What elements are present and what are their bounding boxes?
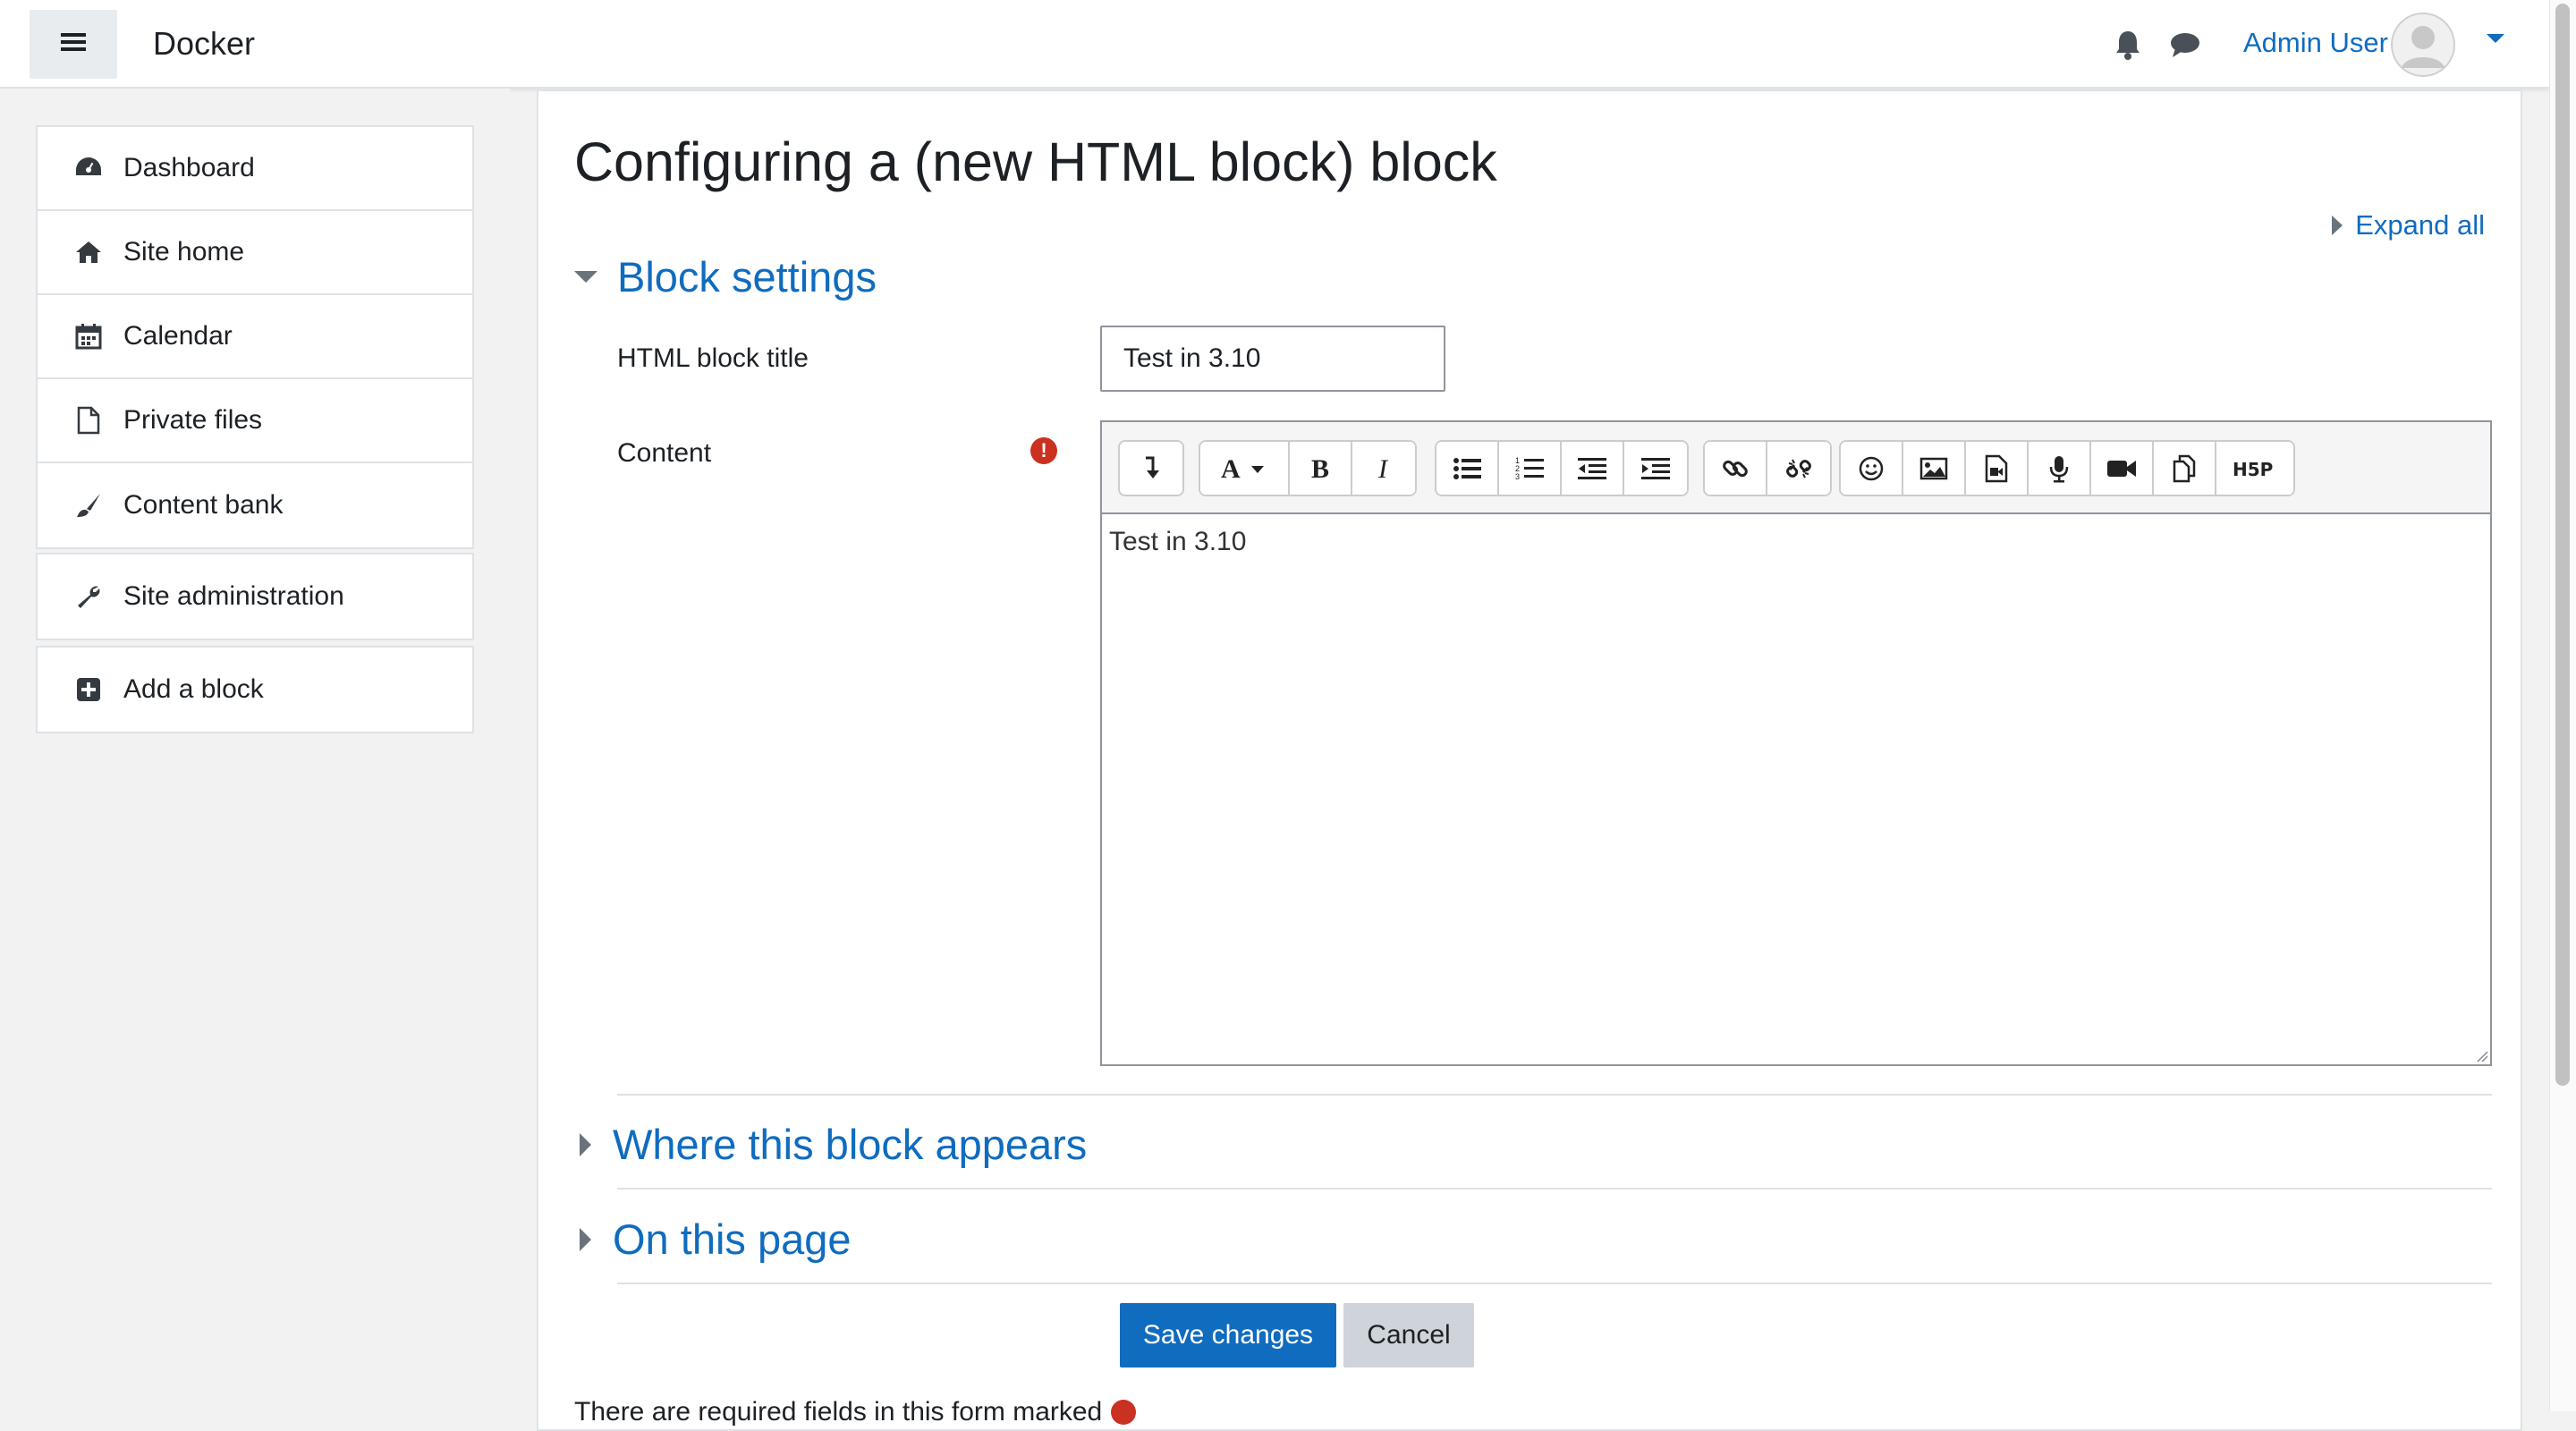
nav-item-label: Dashboard [123, 153, 255, 182]
nav-item-label: Add a block [123, 674, 264, 704]
nav-item-label: Content bank [123, 490, 284, 520]
ordered-list-icon[interactable]: 123 [1499, 442, 1562, 495]
svg-text:I: I [1377, 456, 1389, 481]
editor-toolbar: A B I 123 H5P [1102, 422, 2490, 514]
toolbar-group-links [1703, 440, 1832, 496]
bold-icon[interactable]: B [1290, 442, 1352, 495]
user-menu-name[interactable]: Admin User [2243, 27, 2388, 59]
drawer-toggle-button[interactable] [30, 10, 117, 79]
divider [617, 1188, 2492, 1190]
bell-icon[interactable] [2110, 27, 2146, 63]
svg-text:3: 3 [1515, 472, 1520, 481]
svg-text:B: B [1311, 456, 1329, 481]
caret-right-icon [2332, 216, 2343, 235]
section-title: On this page [613, 1215, 852, 1263]
record-video-icon[interactable] [2091, 442, 2154, 495]
chat-icon[interactable] [2167, 27, 2203, 63]
caret-down-icon[interactable] [2487, 34, 2504, 43]
nav-item-label: Site home [123, 237, 245, 267]
plus-square-icon [73, 674, 104, 705]
outdent-icon[interactable] [1562, 442, 1624, 495]
nav-item-private-files[interactable]: Private files [38, 379, 472, 463]
caret-right-icon [580, 1132, 591, 1156]
nav-item-calendar[interactable]: Calendar [38, 295, 472, 379]
media-icon[interactable] [1966, 442, 2029, 495]
section-block-settings[interactable]: Block settings [574, 252, 877, 301]
top-navbar: Docker Admin User [0, 0, 2549, 89]
nav-item-site-administration[interactable]: Site administration [38, 555, 472, 639]
section-title: Where this block appears [613, 1121, 1088, 1168]
italic-icon[interactable]: I [1352, 442, 1415, 495]
cancel-button[interactable]: Cancel [1343, 1303, 1474, 1367]
image-icon[interactable] [1903, 442, 1966, 495]
nav-item-add-block[interactable]: Add a block [38, 648, 472, 732]
font-style-icon[interactable]: A [1200, 442, 1290, 495]
manage-files-icon[interactable] [2154, 442, 2216, 495]
page-title: Configuring a (new HTML block) block [574, 131, 1497, 192]
home-icon [73, 237, 104, 267]
section-title: Block settings [617, 253, 877, 301]
link-icon[interactable] [1705, 442, 1767, 495]
html-block-title-label: HTML block title [617, 343, 809, 373]
expand-all-link[interactable]: Expand all [2332, 209, 2485, 241]
expand-all-label: Expand all [2355, 209, 2485, 241]
section-where-block-appears[interactable]: Where this block appears [574, 1120, 1087, 1169]
required-fields-note: There are required fields in this form m… [574, 1397, 1137, 1427]
svg-text:A: A [1221, 456, 1241, 481]
nav-item-label: Private files [123, 405, 263, 435]
nav-item-label: Calendar [123, 321, 233, 351]
save-changes-button[interactable]: Save changes [1120, 1303, 1336, 1367]
indent-icon[interactable] [1624, 442, 1687, 495]
required-fields-text: There are required fields in this form m… [574, 1397, 1103, 1427]
nav-item-dashboard[interactable]: Dashboard [38, 127, 472, 211]
caret-right-icon [580, 1227, 591, 1251]
caret-down-icon [574, 271, 597, 283]
page-scrollbar[interactable] [2549, 0, 2576, 1411]
resize-handle-icon[interactable] [2474, 1048, 2488, 1063]
nav-item-label: Site administration [123, 581, 344, 611]
toolbar-group-more [1118, 440, 1184, 496]
toolbar-group-lists: 123 [1435, 440, 1689, 496]
section-on-this-page[interactable]: On this page [574, 1215, 852, 1264]
nav-group-admin: Site administration [36, 553, 474, 640]
divider [617, 1094, 2492, 1096]
unlink-icon[interactable] [1767, 442, 1830, 495]
nav-item-site-home[interactable]: Site home [38, 211, 472, 295]
nav-item-content-bank[interactable]: Content bank [38, 463, 472, 547]
nav-drawer: Dashboard Site home Calendar Private fil… [0, 89, 510, 1411]
content-label: Content [617, 438, 712, 468]
menu-icon [61, 31, 86, 57]
unordered-list-icon[interactable] [1436, 442, 1499, 495]
main-region: Configuring a (new HTML block) block Exp… [537, 89, 2522, 1431]
wrench-icon [73, 581, 104, 612]
toolbar-group-style: A B I [1199, 440, 1417, 496]
brush-icon [73, 490, 104, 521]
show-more-icon[interactable] [1120, 442, 1182, 495]
editor-content-area[interactable]: Test in 3.10 [1102, 514, 2490, 1064]
required-icon [1111, 1400, 1137, 1425]
h5p-icon[interactable]: H5P [2216, 442, 2293, 495]
emoji-icon[interactable] [1841, 442, 1903, 495]
file-icon [73, 405, 104, 436]
toolbar-group-insert: H5P [1839, 440, 2295, 496]
nav-group-blocks: Add a block [36, 646, 474, 733]
avatar[interactable] [2391, 13, 2455, 77]
dashboard-icon [73, 153, 104, 183]
record-audio-icon[interactable] [2029, 442, 2091, 495]
html-block-title-input[interactable] [1100, 326, 1445, 392]
content-editor[interactable]: A B I 123 H5P Test in 3.10 [1100, 420, 2492, 1066]
calendar-icon [73, 321, 104, 351]
nav-group-main: Dashboard Site home Calendar Private fil… [36, 125, 474, 549]
site-brand[interactable]: Docker [153, 25, 255, 63]
divider [617, 1283, 2492, 1284]
h5p-label: H5P [2233, 459, 2273, 480]
scrollbar-thumb[interactable] [2555, 4, 2570, 1086]
required-icon: ! [1030, 437, 1057, 464]
